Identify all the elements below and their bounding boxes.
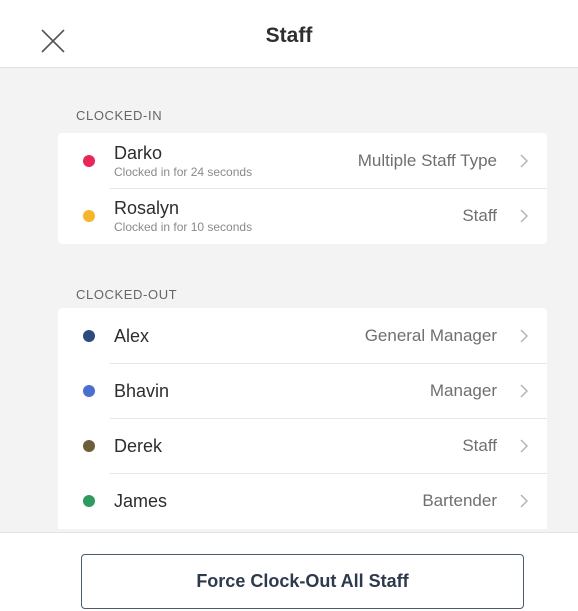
clocked-out-list: Alex General Manager Bhavin Manager Dere…: [58, 308, 547, 529]
staff-names: James: [114, 473, 167, 528]
status-dot-icon: [83, 384, 95, 397]
chevron-right-icon: [520, 493, 529, 508]
staff-row-alex[interactable]: Alex General Manager: [58, 308, 547, 363]
staff-role: Bartender: [422, 490, 497, 510]
status-dot-icon: [83, 154, 95, 167]
staff-row-derek[interactable]: Derek Staff: [58, 418, 547, 473]
status-dot-icon: [83, 329, 95, 342]
staff-row-bhavin[interactable]: Bhavin Manager: [58, 363, 547, 418]
staff-names: Derek: [114, 418, 162, 473]
chevron-right-icon: [520, 328, 529, 343]
staff-row-james[interactable]: James Bartender: [58, 473, 547, 528]
staff-name: Bhavin: [114, 380, 170, 401]
chevron-right-icon: [520, 383, 529, 398]
staff-name: Derek: [114, 435, 163, 456]
staff-names: Rosalyn Clocked in for 10 seconds: [114, 188, 252, 243]
page-title: Staff: [265, 24, 313, 47]
staff-names: Bhavin: [114, 363, 169, 418]
staff-row-rosalyn[interactable]: Rosalyn Clocked in for 10 seconds Staff: [58, 188, 547, 243]
staff-name: James: [114, 490, 168, 511]
chevron-right-icon: [520, 153, 529, 168]
force-clock-out-button[interactable]: Force Clock-Out All Staff: [81, 554, 524, 609]
staff-role: Manager: [429, 380, 497, 400]
chevron-right-icon: [520, 208, 529, 223]
staff-name: Alex: [114, 325, 150, 346]
clock-status: Clocked in for 10 seconds: [114, 219, 253, 234]
staff-role: Multiple Staff Type: [357, 150, 497, 170]
header: Staff: [0, 0, 578, 68]
staff-names: Darko Clocked in for 24 seconds: [114, 133, 252, 188]
section-label-clocked-in: CLOCKED-IN: [76, 108, 163, 123]
staff-names: Alex: [114, 308, 149, 363]
clock-status: Clocked in for 24 seconds: [114, 164, 253, 179]
footer: Force Clock-Out All Staff: [0, 532, 578, 611]
staff-role: Staff: [462, 205, 497, 225]
staff-role: General Manager: [364, 325, 497, 345]
staff-role: Staff: [462, 435, 497, 455]
status-dot-icon: [83, 439, 95, 452]
status-dot-icon: [83, 209, 95, 222]
clocked-in-list: Darko Clocked in for 24 seconds Multiple…: [58, 133, 547, 244]
staff-row-darko[interactable]: Darko Clocked in for 24 seconds Multiple…: [58, 133, 547, 188]
staff-name: Darko: [114, 142, 163, 163]
chevron-right-icon: [520, 438, 529, 453]
status-dot-icon: [83, 494, 95, 507]
section-label-clocked-out: CLOCKED-OUT: [76, 287, 178, 302]
staff-name: Rosalyn: [114, 197, 180, 218]
